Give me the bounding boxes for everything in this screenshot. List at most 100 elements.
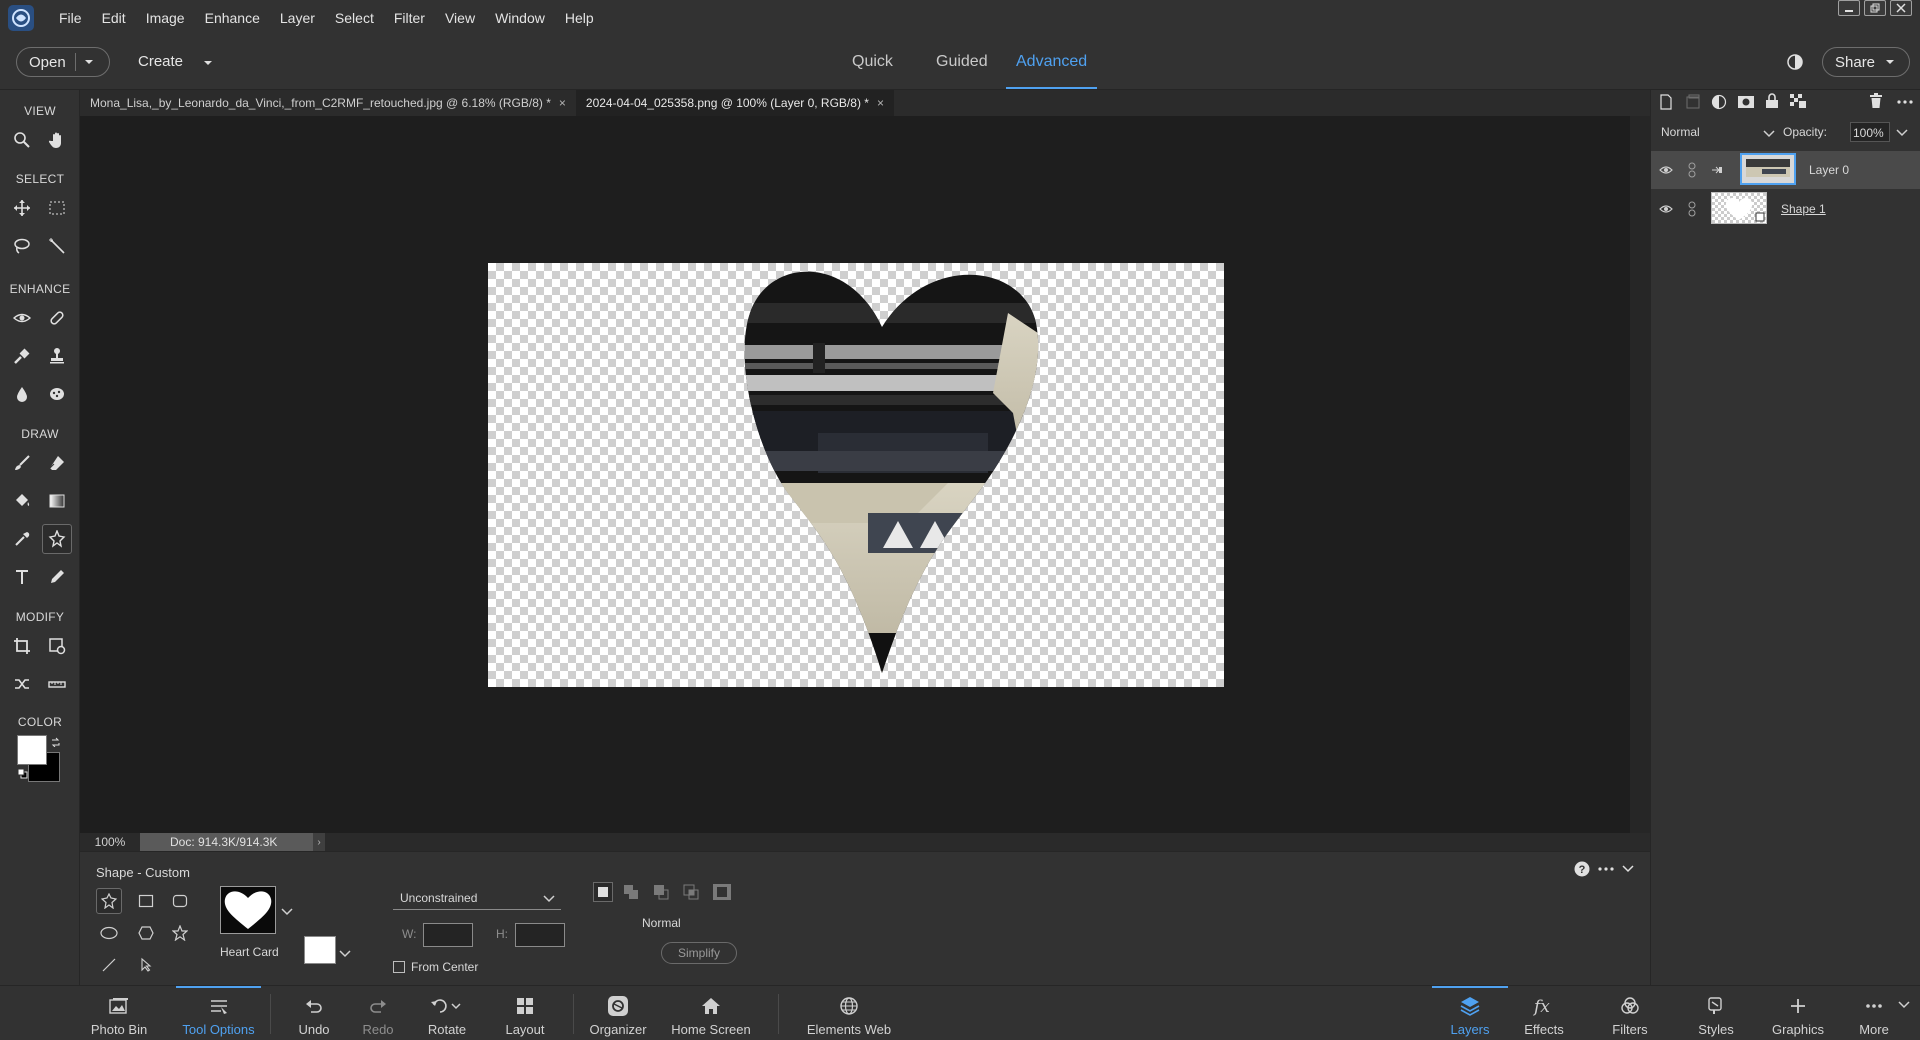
doc-tab-screenshot[interactable]: 2024-04-04_025358.png @ 100% (Layer 0, R… <box>575 90 894 116</box>
hand-tool[interactable] <box>42 125 72 155</box>
custom-shape-tool[interactable] <box>42 524 72 554</box>
menu-image[interactable]: Image <box>136 0 195 35</box>
simplify-button[interactable]: Simplify <box>661 942 737 964</box>
recompose-tool[interactable] <box>42 631 72 661</box>
open-dropdown-icon[interactable] <box>84 57 94 67</box>
vertical-scrollbar[interactable] <box>1630 116 1650 851</box>
exclude-shape-button[interactable] <box>712 883 732 901</box>
graphics-panel-button[interactable]: Graphics <box>1766 986 1830 1040</box>
tab-advanced[interactable]: Advanced <box>1005 35 1098 89</box>
effects-panel-button[interactable]: fx Effects <box>1516 986 1572 1040</box>
restore-button[interactable] <box>1864 0 1886 16</box>
tab-quick[interactable]: Quick <box>852 35 893 89</box>
filters-panel-button[interactable]: Filters <box>1600 986 1660 1040</box>
shape-color-dropdown-icon[interactable] <box>339 949 351 959</box>
intersect-shape-button[interactable] <box>682 883 700 901</box>
menu-file[interactable]: File <box>49 0 92 35</box>
height-input[interactable] <box>515 923 565 947</box>
menu-select[interactable]: Select <box>325 0 384 35</box>
shape-blend-mode[interactable]: Normal <box>642 916 681 930</box>
tab-guided[interactable]: Guided <box>936 35 988 89</box>
rounded-rectangle-shape-option[interactable] <box>167 888 193 914</box>
shape-picker-dropdown-icon[interactable] <box>281 907 293 917</box>
menu-layer[interactable]: Layer <box>270 0 325 35</box>
visibility-eye-icon[interactable] <box>1659 164 1673 176</box>
new-shape-layer-button[interactable] <box>593 882 613 902</box>
collapse-panel-icon[interactable] <box>1622 864 1634 874</box>
blur-tool[interactable] <box>7 379 37 409</box>
opacity-input[interactable]: 100% <box>1850 122 1890 142</box>
more-panels-button[interactable]: More <box>1856 986 1892 1040</box>
paint-bucket-tool[interactable] <box>7 486 37 516</box>
menu-help[interactable]: Help <box>555 0 604 35</box>
content-aware-move-tool[interactable] <box>7 669 37 699</box>
foreground-color-swatch[interactable] <box>17 735 47 765</box>
subtract-from-shape-button[interactable] <box>652 883 670 901</box>
visibility-eye-icon[interactable] <box>1659 203 1673 215</box>
elements-logo-icon[interactable] <box>7 4 35 32</box>
help-icon[interactable]: ? <box>1574 861 1590 877</box>
close-window-button[interactable] <box>1890 0 1912 16</box>
from-center-checkbox[interactable] <box>393 961 405 973</box>
shape-selection-option[interactable] <box>133 952 159 978</box>
quick-selection-tool[interactable] <box>42 231 72 261</box>
opacity-dropdown-icon[interactable] <box>1896 128 1908 138</box>
straighten-tool[interactable] <box>42 669 72 699</box>
close-tab-icon[interactable]: × <box>559 96 566 110</box>
more-chevron-icon[interactable] <box>1898 1000 1910 1010</box>
redo-button[interactable]: Redo <box>354 986 402 1040</box>
minimize-button[interactable] <box>1838 0 1860 16</box>
pencil-tool[interactable] <box>42 562 72 592</box>
panel-menu-icon[interactable] <box>1897 100 1913 104</box>
width-input[interactable] <box>423 923 473 947</box>
menu-view[interactable]: View <box>435 0 485 35</box>
marquee-tool[interactable] <box>42 193 72 223</box>
lock-transparency-icon[interactable] <box>1789 93 1807 109</box>
status-menu-arrow-icon[interactable]: › <box>313 833 325 851</box>
rectangle-shape-option[interactable] <box>133 888 159 914</box>
link-icon[interactable] <box>1688 201 1696 217</box>
close-tab-icon[interactable]: × <box>877 96 884 110</box>
layer-mask-icon[interactable] <box>1737 94 1755 110</box>
home-screen-button[interactable]: Home Screen <box>668 986 754 1040</box>
red-eye-tool[interactable] <box>7 303 37 333</box>
organizer-button[interactable]: Organizer <box>585 986 651 1040</box>
layer-blend-mode-select[interactable]: Normal <box>1659 122 1777 144</box>
lock-icon[interactable] <box>1765 93 1779 109</box>
theme-toggle-icon[interactable] <box>1786 53 1804 71</box>
new-group-icon[interactable] <box>1685 94 1701 110</box>
zoom-level[interactable]: 100% <box>80 835 140 849</box>
layout-button[interactable]: Layout <box>500 986 550 1040</box>
star-shape-option[interactable] <box>167 920 193 946</box>
link-icon[interactable] <box>1688 162 1696 178</box>
default-colors-icon[interactable] <box>17 768 28 779</box>
menu-filter[interactable]: Filter <box>384 0 435 35</box>
healing-brush-tool[interactable] <box>42 303 72 333</box>
shape-color-swatch[interactable] <box>304 936 336 964</box>
styles-panel-button[interactable]: Styles <box>1689 986 1743 1040</box>
create-button[interactable]: Create <box>138 53 183 70</box>
eraser-tool[interactable] <box>42 448 72 478</box>
clone-stamp-tool[interactable] <box>42 341 72 371</box>
create-dropdown-icon[interactable] <box>203 58 213 68</box>
document-canvas[interactable] <box>488 263 1224 687</box>
layers-panel-button[interactable]: Layers <box>1432 986 1508 1040</box>
sponge-tool[interactable] <box>42 379 72 409</box>
tool-options-button[interactable]: Tool Options <box>176 986 261 1040</box>
share-button[interactable]: Share <box>1822 47 1910 77</box>
open-button[interactable]: Open <box>29 54 75 71</box>
layer-name[interactable]: Layer 0 <box>1809 163 1849 177</box>
shape-picker-swatch[interactable] <box>220 886 276 934</box>
layer-name[interactable]: Shape 1 <box>1781 202 1826 216</box>
rotate-button[interactable]: Rotate <box>418 986 476 1040</box>
undo-button[interactable]: Undo <box>290 986 338 1040</box>
new-layer-icon[interactable] <box>1658 94 1674 110</box>
type-tool[interactable] <box>7 562 37 592</box>
zoom-tool[interactable] <box>7 125 37 155</box>
menu-window[interactable]: Window <box>485 0 555 35</box>
eyedropper-tool[interactable] <box>7 524 37 554</box>
layer-row-layer-0[interactable]: Layer 0 <box>1651 151 1920 189</box>
doc-tab-mona-lisa[interactable]: Mona_Lisa,_by_Leonardo_da_Vinci,_from_C2… <box>80 90 576 116</box>
polygon-shape-option[interactable] <box>133 920 159 946</box>
constraint-select[interactable]: Unconstrained <box>393 886 561 910</box>
